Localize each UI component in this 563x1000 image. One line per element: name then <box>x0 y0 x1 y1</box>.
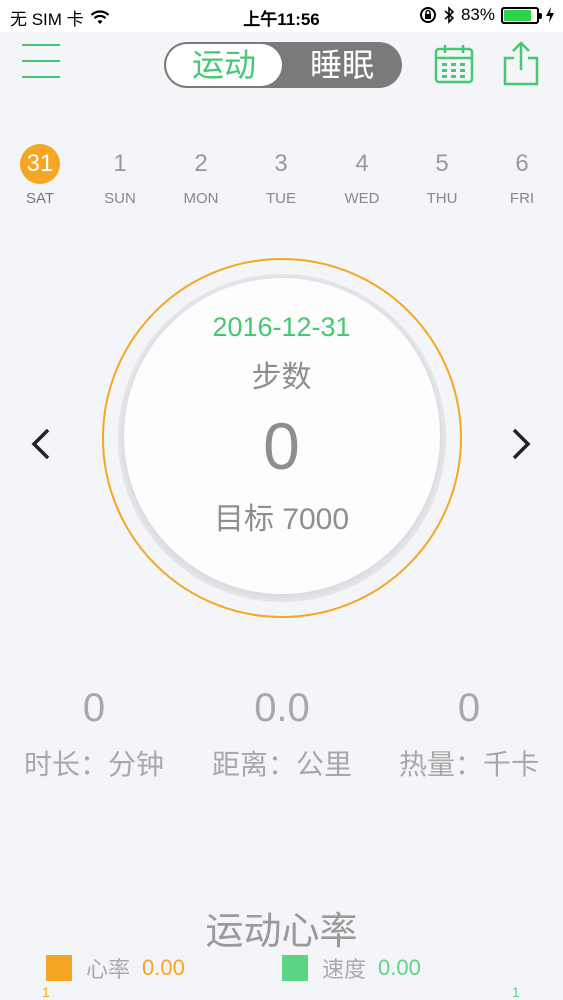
day-number: 4 <box>355 150 369 177</box>
week-strip: 31 SAT 1 SUN 2 MON 3 TUE 4 WED 5 THU 6 F… <box>0 144 563 210</box>
day-weekday: FRI <box>509 190 535 207</box>
mode-segmented-control[interactable]: 运动 睡眠 <box>164 42 402 88</box>
day-weekday: THU <box>426 190 458 207</box>
day-weekday: SAT <box>25 190 55 207</box>
day-weekday: TUE <box>266 190 296 207</box>
tab-sport[interactable]: 运动 <box>166 44 282 86</box>
menu-icon[interactable] <box>22 44 60 82</box>
legend-speed: 速度 0.00 <box>282 952 421 984</box>
stat-distance: 0.0 距离：公里 <box>188 686 376 783</box>
bluetooth-icon <box>444 6 455 24</box>
legend-name: 速度 <box>322 957 367 982</box>
day-weekday: WED <box>344 190 380 207</box>
chart-tick-right: 1 <box>512 984 520 1000</box>
legend-value: 0.00 <box>142 955 185 980</box>
day-number: 31 <box>20 144 60 184</box>
day-item[interactable]: 31 SAT <box>10 144 70 207</box>
orientation-lock-icon <box>419 7 436 23</box>
day-number: 1 <box>113 150 127 177</box>
legend-swatch <box>46 955 72 981</box>
stat-label: 热量：千卡 <box>398 749 539 780</box>
battery-icon <box>501 6 542 24</box>
day-item[interactable]: 5 THU <box>412 146 472 207</box>
day-item[interactable]: 4 WED <box>332 146 392 207</box>
calendar-icon[interactable] <box>434 44 474 84</box>
chevron-right-icon[interactable] <box>506 424 536 464</box>
day-number: 6 <box>515 150 529 177</box>
stat-value: 0.0 <box>254 686 310 730</box>
battery-percent: 83% <box>460 5 495 24</box>
day-item[interactable]: 2 MON <box>171 146 231 207</box>
day-item[interactable]: 1 SUN <box>90 146 150 207</box>
day-item[interactable]: 6 FRI <box>492 146 552 207</box>
legend-heart-rate: 心率 0.00 <box>46 952 185 984</box>
section-title: 运动心率 <box>205 911 358 953</box>
day-number: 5 <box>435 150 449 177</box>
nav-bar: 运动 睡眠 <box>0 32 563 102</box>
stat-calories: 0 热量：千卡 <box>375 686 563 783</box>
legend-name: 心率 <box>86 957 131 982</box>
stat-duration: 0 时长：分钟 <box>0 686 188 783</box>
stat-label: 时长：分钟 <box>23 749 164 780</box>
steps-label: 步数 <box>251 361 312 394</box>
stat-value: 0 <box>82 686 106 730</box>
day-weekday: MON <box>183 190 219 207</box>
chevron-left-icon[interactable] <box>26 424 56 464</box>
tab-sleep[interactable]: 睡眠 <box>284 42 400 88</box>
steps-value: 0 <box>263 409 300 483</box>
legend-swatch <box>282 955 308 981</box>
day-item[interactable]: 3 TUE <box>251 146 311 207</box>
status-right: 83% <box>419 5 555 25</box>
stat-label: 距离：公里 <box>211 749 352 780</box>
stat-value: 0 <box>457 686 481 730</box>
day-number: 2 <box>194 150 208 177</box>
share-icon[interactable] <box>502 40 540 86</box>
status-bar: 无 SIM 卡 上午11:56 83% <box>0 0 563 32</box>
steps-goal: 目标 7000 <box>213 503 350 536</box>
legend-value: 0.00 <box>378 955 421 980</box>
chart-tick-left: 1 <box>42 984 50 1000</box>
day-weekday: SUN <box>104 190 136 207</box>
charging-icon <box>546 7 554 23</box>
day-number: 3 <box>274 150 288 177</box>
summary-date: 2016-12-31 <box>212 312 351 342</box>
